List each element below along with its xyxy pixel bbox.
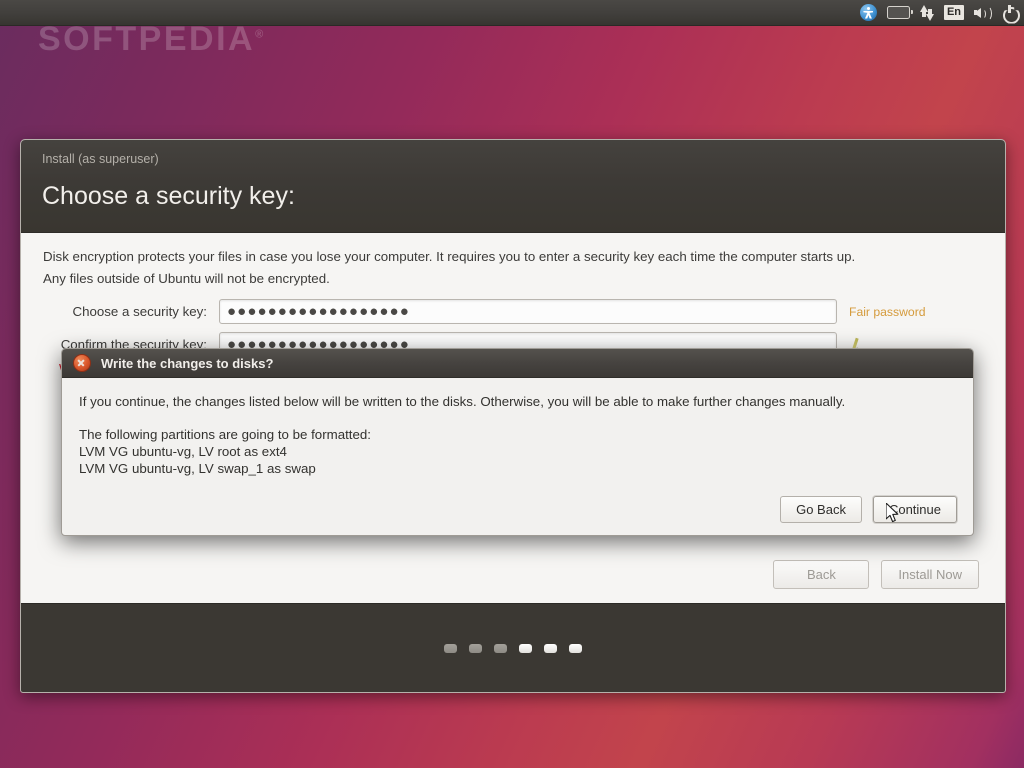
top-panel: En bbox=[0, 0, 1024, 26]
keyboard-layout-indicator[interactable]: En bbox=[943, 0, 964, 25]
page-title: Choose a security key: bbox=[42, 182, 295, 210]
install-now-button[interactable]: Install Now bbox=[881, 560, 979, 589]
session-indicator[interactable] bbox=[1002, 0, 1020, 25]
installer-titlebar: Install (as superuser) Choose a security… bbox=[21, 140, 1005, 233]
partition-item: LVM VG ubuntu-vg, LV root as ext4 bbox=[79, 444, 287, 459]
accessibility-icon bbox=[859, 4, 877, 21]
continue-button[interactable]: Continue bbox=[872, 496, 957, 523]
volume-indicator[interactable] bbox=[974, 0, 992, 25]
partition-item: LVM VG ubuntu-vg, LV swap_1 as swap bbox=[79, 461, 316, 476]
description-line-2: Any files outside of Ubuntu will not be … bbox=[43, 271, 330, 286]
progress-dot bbox=[569, 643, 582, 653]
accessibility-indicator[interactable] bbox=[859, 0, 877, 25]
keyboard-layout-label: En bbox=[943, 5, 964, 20]
battery-indicator[interactable] bbox=[886, 0, 913, 25]
go-back-button[interactable]: Go Back bbox=[780, 496, 862, 523]
battery-icon bbox=[886, 6, 913, 19]
desktop-screen: En SOFTPEDIA® Install (as superuser) Cho… bbox=[0, 0, 1024, 768]
power-icon bbox=[1002, 4, 1020, 24]
dialog-titlebar: Write the changes to disks? bbox=[62, 349, 973, 378]
dialog-button-bar: Go Back Continue bbox=[780, 496, 957, 523]
close-icon[interactable] bbox=[73, 354, 91, 372]
back-button[interactable]: Back bbox=[773, 560, 870, 589]
security-key-value: ●●●●●●●●●●●●●●●●●● bbox=[227, 303, 410, 320]
progress-dot bbox=[494, 643, 507, 653]
dialog-message: If you continue, the changes listed belo… bbox=[79, 394, 846, 409]
volume-icon bbox=[974, 6, 992, 21]
panel-indicator-area: En bbox=[859, 0, 1020, 25]
security-key-label: Choose a security key: bbox=[72, 304, 207, 319]
watermark-trademark: ® bbox=[255, 28, 264, 41]
progress-dot bbox=[444, 643, 457, 653]
network-icon bbox=[919, 4, 934, 21]
progress-dots bbox=[444, 643, 582, 653]
window-title: Install (as superuser) bbox=[42, 152, 159, 166]
description-line-1: Disk encryption protects your files in c… bbox=[43, 249, 856, 264]
progress-dot bbox=[519, 643, 532, 653]
progress-dot bbox=[544, 643, 557, 653]
password-strength-label: Fair password bbox=[849, 304, 926, 319]
write-changes-dialog: Write the changes to disks? If you conti… bbox=[61, 348, 974, 536]
progress-dot bbox=[469, 643, 482, 653]
installer-footer bbox=[21, 603, 1005, 692]
dialog-title: Write the changes to disks? bbox=[101, 355, 274, 371]
security-key-row: Choose a security key: ●●●●●●●●●●●●●●●●●… bbox=[43, 299, 973, 324]
partitions-heading: The following partitions are going to be… bbox=[79, 427, 371, 442]
dialog-body: If you continue, the changes listed belo… bbox=[62, 378, 973, 535]
security-key-input[interactable]: ●●●●●●●●●●●●●●●●●● bbox=[219, 299, 837, 324]
network-indicator[interactable] bbox=[919, 0, 934, 25]
wizard-button-bar: Back Install Now bbox=[773, 560, 979, 589]
